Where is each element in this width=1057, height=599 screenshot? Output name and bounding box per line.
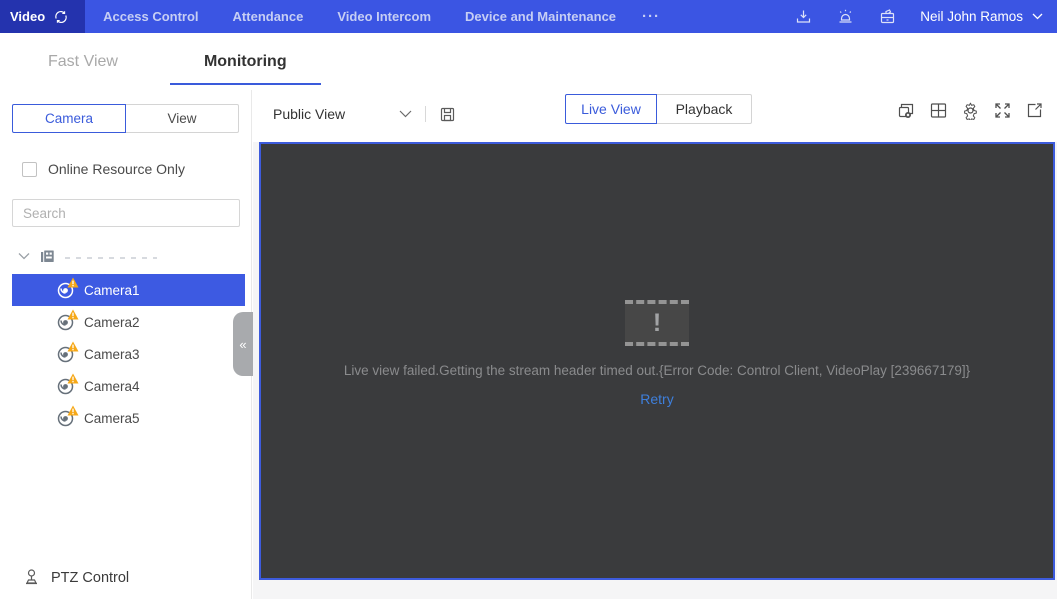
fullscreen-icon[interactable] [993, 101, 1012, 120]
close-all-windows-icon[interactable] [897, 101, 916, 120]
camera-tree-item[interactable]: Camera5 [12, 402, 245, 434]
online-resource-only-row[interactable]: Online Resource Only [22, 161, 251, 177]
resource-sidebar: Camera View Online Resource Only Search … [0, 90, 252, 599]
window-division-icon[interactable] [929, 101, 948, 120]
view-select-group: Public View [273, 99, 456, 129]
download-center-icon[interactable] [794, 8, 812, 26]
camera-label: Camera2 [84, 314, 140, 330]
resource-type-switch: Camera View [12, 104, 239, 133]
maintenance-toolbox-icon[interactable] [878, 8, 896, 26]
online-resource-label: Online Resource Only [48, 161, 185, 177]
toolbar-divider [425, 106, 426, 122]
camera-tree-item[interactable]: Camera4 [12, 370, 245, 402]
stream-error-icon: ! [625, 300, 689, 346]
warning-badge-icon [67, 277, 79, 288]
camera-label: Camera5 [84, 410, 140, 426]
camera-label: Camera4 [84, 378, 140, 394]
nav-item-device-and-maintenance[interactable]: Device and Maintenance [465, 9, 616, 24]
topnav-items: Access Control Attendance Video Intercom De… [103, 9, 616, 24]
site-icon [39, 248, 56, 265]
top-navigation: Video Access Control Attendance Video Inte… [0, 0, 1057, 33]
app-window: Video Access Control Attendance Video Inte… [0, 0, 1057, 599]
user-name: Neil John Ramos [920, 9, 1023, 24]
toolbar-icons [897, 101, 1044, 120]
warning-badge-icon [67, 309, 79, 320]
camera-label: Camera1 [84, 282, 140, 298]
camera-icon [56, 309, 79, 332]
playback-button[interactable]: Playback [656, 94, 752, 124]
joystick-icon [22, 568, 41, 587]
open-in-new-window-icon[interactable] [1025, 101, 1044, 120]
nav-item-video-label: Video [10, 9, 46, 24]
settings-gear-icon[interactable] [961, 101, 980, 120]
retry-link[interactable]: Retry [640, 391, 673, 407]
site-tree-root[interactable] [0, 243, 251, 269]
live-view-button[interactable]: Live View [565, 94, 657, 124]
camera-tree-item[interactable]: Camera3 [12, 338, 245, 370]
warning-badge-icon [67, 405, 79, 416]
camera-icon [56, 405, 79, 428]
ptz-control-label: PTZ Control [51, 569, 130, 586]
stream-error-message: Live view failed.Getting the stream head… [343, 363, 971, 378]
user-menu[interactable]: Neil John Ramos [920, 9, 1043, 24]
nav-item-access-control[interactable]: Access Control [103, 9, 198, 24]
ptz-control-button[interactable]: PTZ Control [22, 568, 129, 587]
tab-fast-view[interactable]: Fast View [28, 33, 138, 90]
tab-monitoring[interactable]: Monitoring [169, 33, 321, 90]
chevron-down-icon [1032, 13, 1043, 20]
nav-item-video[interactable]: Video [0, 0, 86, 33]
camera-icon [56, 341, 79, 364]
search-input[interactable] [12, 199, 240, 227]
nav-item-video-intercom[interactable]: Video Intercom [337, 9, 431, 24]
warning-badge-icon [67, 341, 79, 352]
camera-tree-item[interactable]: Camera2 [12, 306, 245, 338]
warning-badge-icon [67, 373, 79, 384]
switch-module-icon[interactable] [53, 9, 69, 25]
view-select[interactable]: Public View [273, 106, 399, 122]
topnav-right: Neil John Ramos [794, 0, 1043, 33]
nav-more-button[interactable]: ··· [642, 8, 660, 25]
camera-icon [56, 277, 79, 300]
live-playback-toggle: Live View Playback [565, 94, 752, 124]
alarm-icon[interactable] [836, 8, 854, 26]
tab-view[interactable]: View [125, 104, 239, 133]
camera-list: Camera1 Camera2 Camera3 Camera4 Camera5 [0, 274, 251, 434]
nav-item-attendance[interactable]: Attendance [233, 9, 304, 24]
video-toolbar: Public View Live View Playback [253, 90, 1057, 142]
camera-label: Camera3 [84, 346, 140, 362]
chevron-down-icon[interactable] [18, 252, 30, 260]
chevron-down-icon[interactable] [399, 110, 412, 118]
save-view-icon[interactable] [439, 106, 456, 123]
page-tabs: Fast View Monitoring [0, 33, 1057, 90]
online-resource-checkbox[interactable] [22, 161, 37, 177]
camera-tree-item[interactable]: Camera1 [12, 274, 245, 306]
main-area: Public View Live View Playback ! Live vi… [253, 90, 1057, 599]
video-tile[interactable]: ! Live view failed.Getting the stream he… [259, 142, 1055, 580]
camera-tree: Camera1 Camera2 Camera3 Camera4 Camera5 [0, 243, 251, 434]
camera-icon [56, 373, 79, 396]
site-node-label-redacted [65, 251, 157, 261]
tab-camera[interactable]: Camera [12, 104, 126, 133]
collapse-sidebar-handle[interactable]: « [233, 312, 253, 376]
